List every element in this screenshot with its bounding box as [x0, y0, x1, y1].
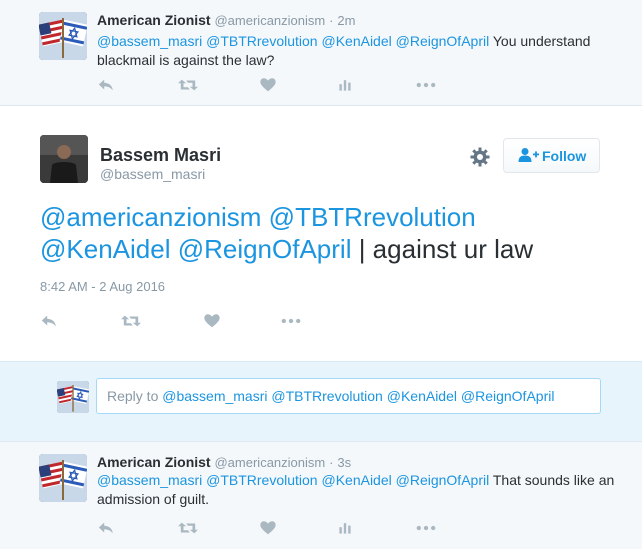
tweet-actions	[40, 312, 340, 332]
author-handle[interactable]: @americanzionism	[214, 13, 325, 28]
follow-user-icon	[518, 147, 540, 166]
tweet-body: | against ur law	[351, 234, 534, 264]
reply-input[interactable]: Reply to @bassem_masri @TBTRrevolution @…	[96, 378, 601, 414]
flags-avatar-image	[39, 454, 87, 502]
profile-photo	[40, 135, 88, 183]
current-user-avatar	[57, 381, 89, 413]
tweet-previous[interactable]: American Zionist @americanzionism · 2m @…	[0, 0, 642, 106]
tweet-mentions-line1[interactable]: @americanzionism @TBTRrevolution	[40, 202, 476, 232]
follow-button[interactable]: Follow	[503, 138, 600, 173]
reply-box: Reply to @bassem_masri @TBTRrevolution @…	[0, 361, 642, 441]
retweet-icon[interactable]	[120, 312, 142, 332]
heart-icon[interactable]	[203, 312, 225, 332]
separator: ·	[329, 455, 334, 470]
avatar[interactable]	[39, 454, 87, 502]
author-name[interactable]: American Zionist	[97, 454, 211, 470]
flags-avatar-image	[57, 381, 89, 413]
tweet-timestamp[interactable]: 3s	[337, 455, 351, 470]
more-icon[interactable]	[415, 76, 437, 96]
tweet-text: @bassem_masri @TBTRrevolution @KenAidel …	[97, 32, 617, 70]
tweet-actions	[97, 519, 457, 539]
author-name[interactable]: Bassem Masri	[100, 145, 221, 166]
analytics-icon[interactable]	[337, 519, 359, 539]
heart-icon[interactable]	[259, 519, 281, 539]
gear-icon[interactable]	[469, 146, 491, 168]
tweet-date[interactable]: 8:42 AM - 2 Aug 2016	[40, 279, 165, 294]
reply-icon[interactable]	[97, 519, 119, 539]
tweet-header: American Zionist @americanzionism · 2m	[97, 12, 355, 28]
follow-label: Follow	[542, 148, 587, 164]
avatar[interactable]	[40, 135, 88, 183]
tweet-header: American Zionist @americanzionism · 3s	[97, 454, 351, 470]
reply-icon[interactable]	[97, 76, 119, 96]
retweet-icon[interactable]	[177, 76, 199, 96]
reply-icon[interactable]	[40, 312, 62, 332]
tweet-actions	[97, 76, 457, 96]
author-handle[interactable]: @bassem_masri	[100, 166, 205, 182]
separator: ·	[329, 13, 334, 28]
tweet-mentions[interactable]: @bassem_masri @TBTRrevolution @KenAidel …	[97, 33, 489, 49]
tweet-text: @bassem_masri @TBTRrevolution @KenAidel …	[97, 471, 617, 509]
more-icon[interactable]	[415, 519, 437, 539]
permalink-tweet: Bassem Masri @bassem_masri Follow @ameri…	[0, 106, 642, 361]
tweet-timestamp[interactable]: 2m	[337, 13, 355, 28]
avatar[interactable]	[39, 12, 87, 60]
author-handle[interactable]: @americanzionism	[214, 455, 325, 470]
analytics-icon[interactable]	[337, 76, 359, 96]
tweet-text: @americanzionism @TBTRrevolution @KenAid…	[40, 201, 600, 265]
tweet-mentions[interactable]: @bassem_masri @TBTRrevolution @KenAidel …	[97, 472, 489, 488]
flags-avatar-image	[39, 12, 87, 60]
tweet-mentions-line2[interactable]: @KenAidel @ReignOfApril	[40, 234, 351, 264]
tweet-reply[interactable]: American Zionist @americanzionism · 3s @…	[0, 441, 642, 549]
retweet-icon[interactable]	[177, 519, 199, 539]
reply-prefix: Reply to	[107, 388, 163, 404]
author-name[interactable]: American Zionist	[97, 12, 211, 28]
more-icon[interactable]	[280, 312, 302, 332]
reply-mentions: @bassem_masri @TBTRrevolution @KenAidel …	[162, 388, 555, 404]
heart-icon[interactable]	[259, 76, 281, 96]
